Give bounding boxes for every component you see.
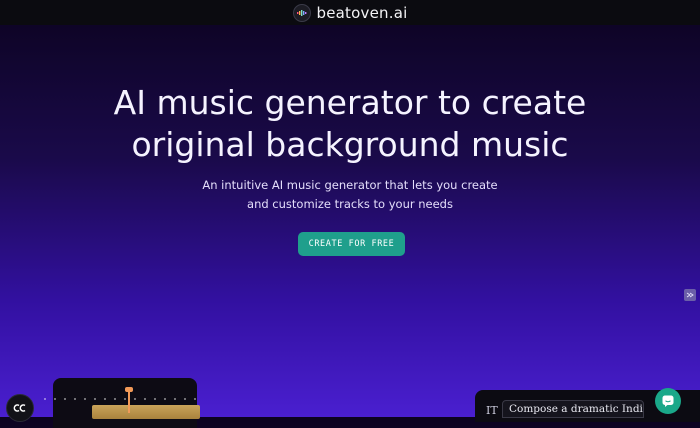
timeline-track — [40, 398, 200, 400]
editor-preview-card — [53, 378, 197, 428]
brand-name: beatoven.ai — [316, 3, 408, 22]
side-expand-tab[interactable] — [684, 289, 696, 301]
hero-title: AI music generator to create original ba… — [0, 82, 700, 166]
playhead-handle[interactable] — [125, 387, 133, 413]
text-prompt-icon: IT — [486, 404, 498, 417]
hero-subtitle-line-1: An intuitive AI music generator that let… — [202, 178, 498, 192]
brand[interactable]: beatoven.ai — [292, 3, 408, 22]
hero-title-line-1: AI music generator to create — [113, 83, 587, 122]
beatoven-logo-icon — [292, 3, 311, 22]
hero-title-line-2: original background music — [131, 125, 569, 164]
create-for-free-button[interactable]: CREATE FOR FREE — [298, 232, 405, 256]
cc-button[interactable] — [6, 394, 34, 422]
chat-icon — [662, 395, 674, 407]
closed-captions-icon — [13, 404, 26, 412]
chat-button[interactable] — [655, 388, 681, 414]
expand-icon — [686, 292, 694, 298]
prompt-input[interactable]: Compose a dramatic Indian — [502, 400, 644, 418]
hero-subtitle: An intuitive AI music generator that let… — [0, 176, 700, 214]
top-bar: beatoven.ai — [0, 0, 700, 25]
hero-subtitle-line-2: and customize tracks to your needs — [247, 197, 453, 211]
prompt-text: Compose a dramatic Indian — [509, 403, 644, 415]
